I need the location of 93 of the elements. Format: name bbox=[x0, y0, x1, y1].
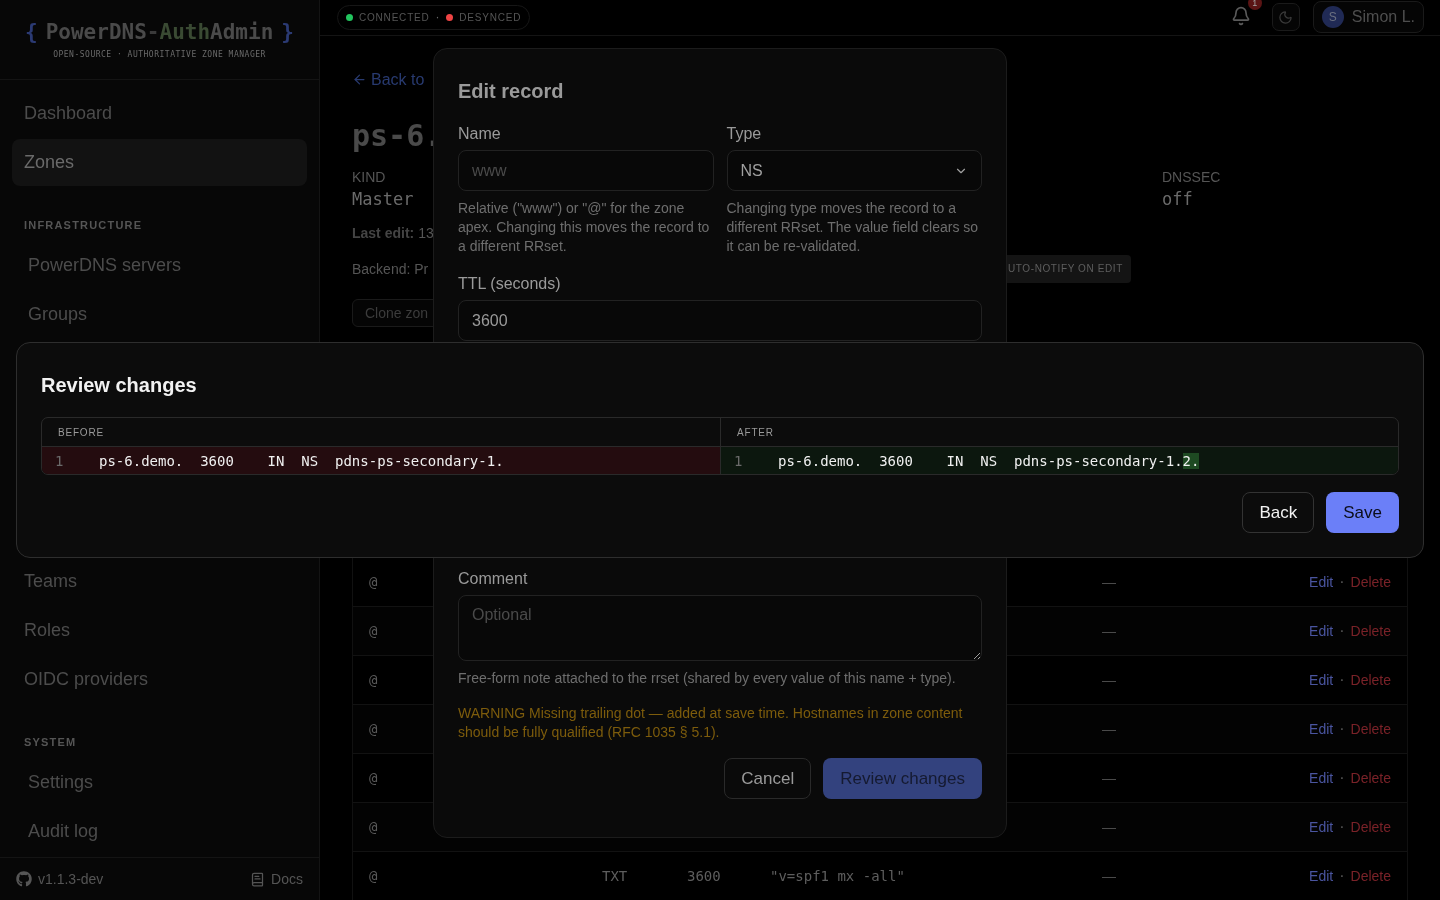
code-line: ps-6.demo. 3600 IN NS pdns-ps-secondary-1. bbox=[99, 452, 504, 469]
table-cell: @ bbox=[369, 672, 378, 688]
app-logo: { PowerDNS-AuthAdmin } bbox=[24, 20, 295, 44]
edit-link[interactable]: Edit bbox=[1309, 770, 1334, 786]
field-label: KIND bbox=[352, 168, 386, 186]
field-label: Comment bbox=[458, 569, 529, 589]
edit-link[interactable]: Edit bbox=[1309, 721, 1334, 737]
table-cell: "v=spf1 mx -all" bbox=[770, 868, 905, 884]
warning-text: WARNING Missing trailing dot — added at save time. Hostnames in zone content should be fully qualified (RFC 1035 § 5.1). bbox=[458, 704, 964, 742]
status-label: CONNECTED bbox=[359, 11, 430, 23]
delete-link[interactable]: Delete bbox=[1350, 574, 1391, 590]
sidebar-item[interactable]: OIDC providers bbox=[12, 656, 307, 703]
action-separator: · bbox=[1339, 573, 1345, 591]
sidebar-item[interactable]: Groups bbox=[12, 291, 307, 338]
action-separator: · bbox=[1339, 622, 1345, 640]
table-cell: @ bbox=[369, 770, 378, 786]
help-text: Changing type moves the record to a different RRset. The value field clears so it can be re-validated. bbox=[726, 199, 980, 256]
field-label: TTL (seconds) bbox=[458, 274, 562, 294]
moon-icon bbox=[1278, 9, 1294, 25]
sidebar-item[interactable]: Teams bbox=[12, 558, 307, 605]
user-avatar: S bbox=[1321, 6, 1344, 29]
delete-link[interactable]: Delete bbox=[1350, 721, 1391, 737]
sidebar-item[interactable]: Zones bbox=[12, 139, 307, 186]
notification-count: 1 bbox=[1247, 0, 1262, 11]
delete-link[interactable]: Delete bbox=[1350, 868, 1391, 884]
edit-link[interactable]: Edit bbox=[1309, 819, 1334, 835]
edit-link[interactable]: Edit bbox=[1309, 672, 1334, 688]
sidebar-item[interactable]: Roles bbox=[12, 607, 307, 654]
action-separator: · bbox=[1339, 867, 1345, 885]
backend-text: Backend: Pr bbox=[352, 261, 429, 277]
table-cell: — bbox=[1102, 721, 1116, 737]
field-label: Name bbox=[458, 124, 502, 144]
type-select[interactable]: NS bbox=[726, 150, 982, 191]
table-cell: @ bbox=[369, 623, 378, 639]
table-cell: @ bbox=[369, 868, 378, 884]
delete-link[interactable]: Delete bbox=[1350, 770, 1391, 786]
nav-section-header: SYSTEM bbox=[23, 735, 78, 749]
field-label: Type bbox=[726, 124, 763, 144]
table-cell: @ bbox=[369, 819, 378, 835]
table-cell: — bbox=[1102, 574, 1116, 590]
last-edit-text: Last edit: 13 bbox=[352, 224, 434, 243]
field-value: off bbox=[1162, 189, 1193, 209]
edit-link[interactable]: Edit bbox=[1309, 574, 1334, 590]
zone-title: ps-6. bbox=[352, 118, 443, 154]
cancel-button[interactable]: Cancel bbox=[724, 758, 812, 799]
help-text: Relative ("www") or "@" for the zone apex. Changing this moves the record to a different RRset. bbox=[458, 199, 711, 256]
line-number: 1 bbox=[733, 452, 744, 469]
table-cell: — bbox=[1102, 672, 1116, 688]
field-label: DNSSEC bbox=[1162, 168, 1221, 186]
action-separator: · bbox=[1339, 671, 1345, 689]
line-number: 1 bbox=[54, 452, 65, 469]
back-link[interactable]: Back to bbox=[352, 69, 425, 90]
action-separator: · bbox=[1339, 818, 1345, 836]
delete-link[interactable]: Delete bbox=[1350, 672, 1391, 688]
table-cell: TXT bbox=[602, 868, 628, 884]
help-text: Free-form note attached to the rrset (shared by every value of this name + type). bbox=[458, 669, 957, 688]
user-menu-button[interactable]: S Simon L. bbox=[1312, 1, 1424, 34]
save-button[interactable]: Save bbox=[1326, 492, 1399, 533]
docs-link[interactable]: Docs bbox=[250, 871, 303, 887]
action-separator: · bbox=[1339, 769, 1345, 787]
dialog-title: Edit record bbox=[458, 79, 565, 104]
table-cell: — bbox=[1102, 623, 1116, 639]
sidebar-item[interactable]: Dashboard bbox=[12, 90, 307, 137]
github-icon bbox=[16, 871, 32, 887]
name-input[interactable]: www bbox=[458, 150, 714, 191]
sidebar-item[interactable]: PowerDNS servers bbox=[12, 242, 307, 289]
ttl-input[interactable]: 3600 bbox=[458, 300, 982, 341]
version-link[interactable]: v1.1.3-dev bbox=[16, 871, 104, 887]
edit-link[interactable]: Edit bbox=[1309, 623, 1334, 639]
delete-link[interactable]: Delete bbox=[1350, 819, 1391, 835]
sidebar-item[interactable]: Audit log bbox=[12, 808, 307, 855]
nav-section-header: INFRASTRUCTURE bbox=[23, 218, 144, 232]
action-separator: · bbox=[1339, 720, 1345, 738]
field-value: Master bbox=[352, 189, 414, 209]
theme-toggle-button[interactable] bbox=[1271, 3, 1300, 32]
book-icon bbox=[250, 871, 266, 887]
delete-link[interactable]: Delete bbox=[1350, 623, 1391, 639]
code-line: ps-6.demo. 3600 IN NS pdns-ps-secondary-1.2. bbox=[778, 452, 1200, 469]
edit-link[interactable]: Edit bbox=[1309, 868, 1334, 884]
review-changes-button[interactable]: Review changes bbox=[823, 758, 982, 799]
logo-tagline: OPEN-SOURCE · AUTHORITATIVE ZONE MANAGER bbox=[53, 50, 266, 59]
table-cell: 3600 bbox=[687, 868, 721, 884]
table-cell: — bbox=[1102, 819, 1116, 835]
back-button[interactable]: Back bbox=[1242, 492, 1315, 533]
table-cell: — bbox=[1102, 770, 1116, 786]
table-cell: — bbox=[1102, 868, 1116, 884]
status-label: DESYNCED bbox=[459, 11, 522, 23]
table-cell: @ bbox=[369, 721, 378, 737]
table-cell: @ bbox=[369, 574, 378, 590]
dialog-title: Review changes bbox=[41, 373, 198, 398]
status-separator: · bbox=[435, 10, 441, 25]
sidebar-item[interactable]: Settings bbox=[12, 759, 307, 806]
comment-input[interactable]: Optional bbox=[458, 595, 982, 661]
